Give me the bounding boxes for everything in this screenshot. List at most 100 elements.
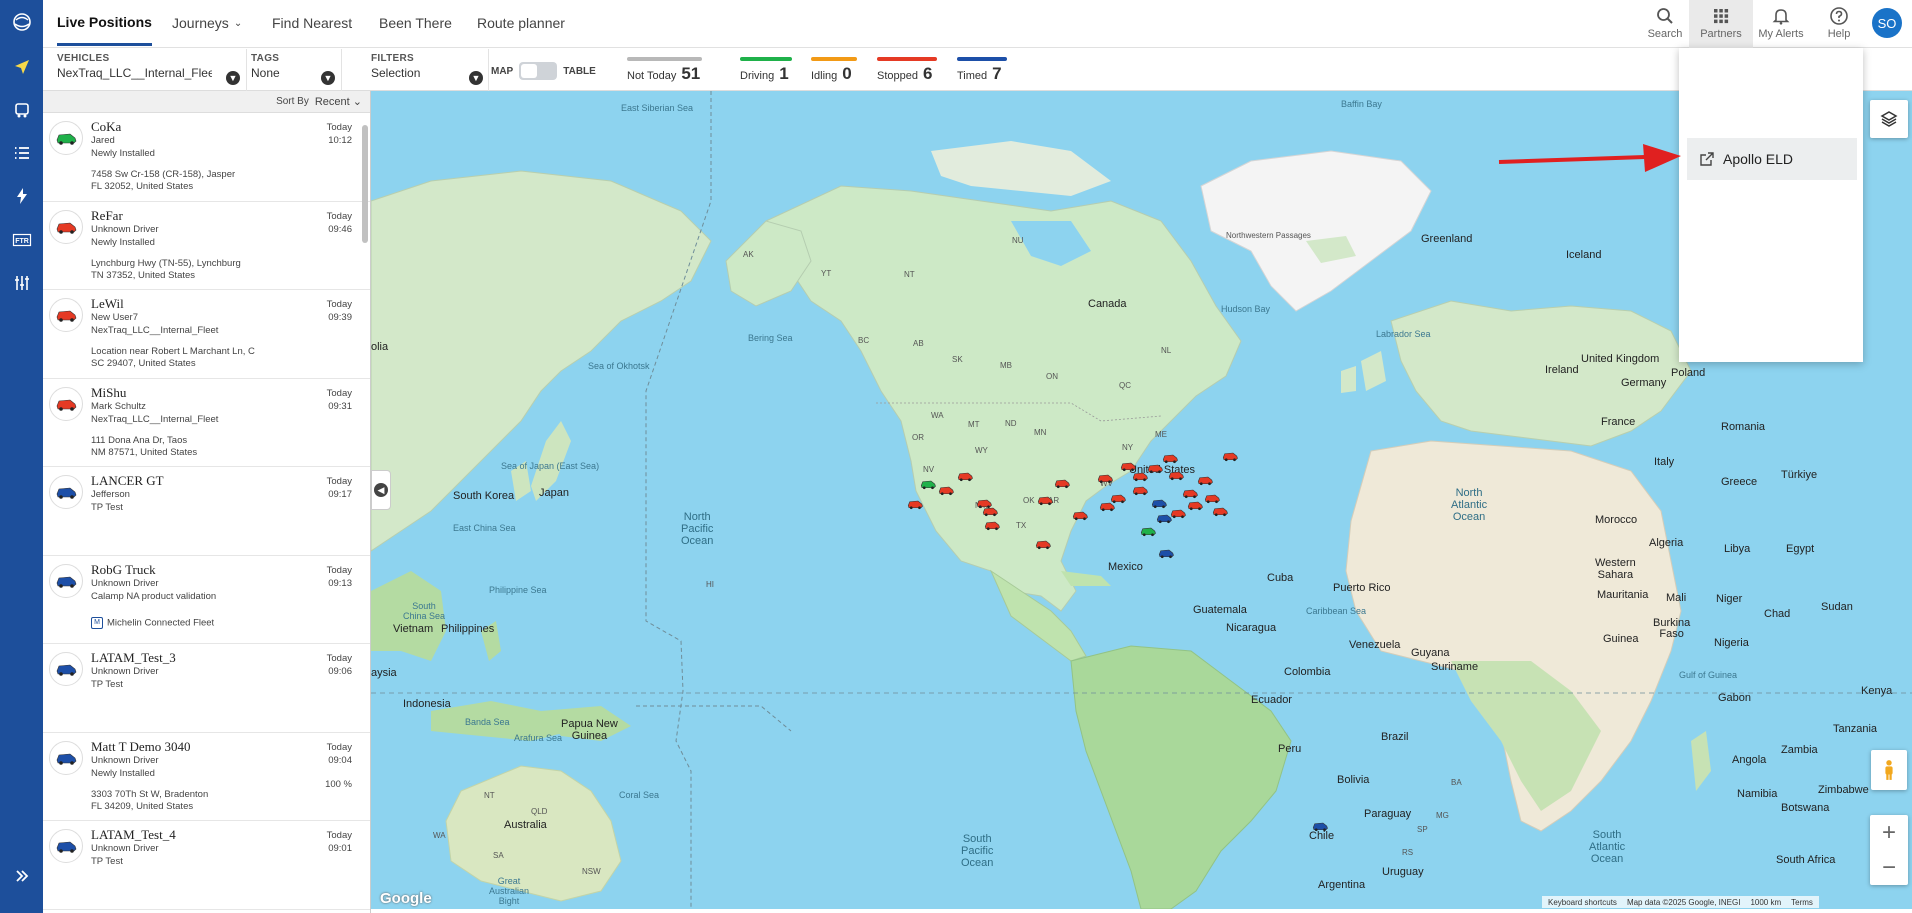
map-label: HI <box>706 580 714 589</box>
vehicle-name: ReFar <box>91 207 123 223</box>
list-icon[interactable] <box>0 135 43 171</box>
stat-timed[interactable]: Timed 7 <box>957 57 1017 87</box>
list-scrollbar[interactable] <box>361 117 369 913</box>
stat-idling[interactable]: Idling 0 <box>811 57 863 87</box>
layers-icon <box>1880 111 1898 127</box>
collapse-panel-button[interactable]: ◀ <box>371 470 391 510</box>
tab-live-positions[interactable]: Live Positions <box>57 0 152 46</box>
tab-label: Been There <box>379 15 452 31</box>
vehicle-row[interactable]: RobG Truck Unknown Driver Calamp NA produc… <box>43 556 370 644</box>
street-view-button[interactable] <box>1871 750 1907 790</box>
my-alerts-button[interactable]: My Alerts <box>1749 0 1813 48</box>
stat-driving[interactable]: Driving 1 <box>740 57 795 87</box>
bolt-icon[interactable] <box>0 178 43 214</box>
tab-find-nearest[interactable]: Find Nearest <box>272 0 352 46</box>
toggle-switch[interactable] <box>519 62 558 80</box>
help-button[interactable]: Help <box>1807 0 1871 48</box>
chevron-left-icon: ◀ <box>374 483 388 497</box>
ftr-icon[interactable]: FTR <box>0 222 43 258</box>
avatar[interactable]: SO <box>1872 8 1902 38</box>
vehicle-marker[interactable] <box>1157 546 1175 559</box>
tab-route-planner[interactable]: Route planner <box>477 0 565 46</box>
logo-icon[interactable] <box>0 4 43 40</box>
vehicle-marker[interactable] <box>937 483 955 496</box>
stat-stopped[interactable]: Stopped 6 <box>877 57 953 87</box>
vehicle-row[interactable]: LANCER GT Jefferson TP Test Today 09:17 <box>43 467 370 556</box>
vehicle-marker[interactable] <box>981 504 999 517</box>
stat-not-today[interactable]: Not Today 51 <box>627 57 707 87</box>
vehicle-row[interactable]: CoKa Jared Newly Installed 7458 Sw Cr-158 (… <box>43 113 370 202</box>
vehicle-marker[interactable] <box>1203 491 1221 504</box>
tags-filter[interactable]: TAGS None ▼ <box>251 53 335 89</box>
vehicle-marker[interactable] <box>956 469 974 482</box>
vehicle-row[interactable]: MiShu Mark Schultz NexTraq_LLC__Internal_F… <box>43 379 370 467</box>
keyboard-shortcuts-link[interactable]: Keyboard shortcuts <box>1548 898 1617 907</box>
vehicles-icon[interactable] <box>0 92 43 128</box>
vehicle-marker[interactable] <box>1071 508 1089 521</box>
filters-filter[interactable]: FILTERS Selection ▼ <box>371 53 483 89</box>
vehicle-icon <box>49 298 83 332</box>
tab-journeys[interactable]: Journeys ⌄ <box>172 0 242 46</box>
vehicle-marker[interactable] <box>1139 524 1157 537</box>
layers-button[interactable] <box>1870 100 1908 138</box>
vehicle-marker[interactable] <box>1161 451 1179 464</box>
vehicle-row[interactable]: ReFar Unknown Driver Newly Installed Lynchb… <box>43 202 370 290</box>
vehicle-marker[interactable] <box>1053 476 1071 489</box>
map-label: Nigeria <box>1714 637 1749 649</box>
vehicle-marker[interactable] <box>1155 511 1173 524</box>
vehicle-marker[interactable] <box>1221 449 1239 462</box>
map-label: Brazil <box>1381 731 1409 743</box>
pegman-icon <box>1885 760 1893 780</box>
map-label: Paraguay <box>1364 808 1412 820</box>
vehicle-marker[interactable] <box>1150 496 1168 509</box>
vehicle-marker[interactable] <box>1036 493 1054 506</box>
map-label: Egypt <box>1786 543 1815 555</box>
vehicle-marker[interactable] <box>1186 498 1204 511</box>
vehicle-marker[interactable] <box>1098 499 1116 512</box>
zoom-in-button[interactable]: + <box>1870 815 1908 850</box>
sliders-icon[interactable] <box>0 265 43 301</box>
sort-select[interactable]: Recent ⌄ <box>315 95 362 108</box>
scrollbar-thumb[interactable] <box>362 125 368 243</box>
vehicle-row[interactable]: Matt T Demo 3040 Unknown Driver Newly Inst… <box>43 733 370 821</box>
vehicle-row[interactable]: LeWil New User7 NexTraq_LLC__Internal_Flee… <box>43 290 370 379</box>
vehicle-driver: Unknown Driver <box>91 223 159 235</box>
map-label: Angola <box>1732 754 1767 766</box>
table-label: TABLE <box>563 65 596 77</box>
scale-label[interactable]: 1000 km <box>1750 898 1781 907</box>
vehicle-row[interactable]: LATAM_Test_4 Unknown Driver TP Test Today 09… <box>43 821 370 910</box>
stat-count: 0 <box>842 64 852 83</box>
sort-value: Recent <box>314 96 350 108</box>
vehicle-time: 09:06 <box>328 666 352 677</box>
vehicle-timestamp: Today 09:01 <box>327 829 352 855</box>
vehicle-marker[interactable] <box>1034 537 1052 550</box>
vehicle-row[interactable]: LATAM_Test_3 Unknown Driver TP Test Today 09… <box>43 644 370 733</box>
vehicle-marker[interactable] <box>1096 471 1114 484</box>
zoom-out-button[interactable]: − <box>1870 850 1908 885</box>
vehicle-marker[interactable] <box>1131 483 1149 496</box>
vehicle-marker[interactable] <box>1211 504 1229 517</box>
map-label: Australia <box>504 819 547 831</box>
vehicle-marker[interactable] <box>1167 468 1185 481</box>
vehicle-marker[interactable] <box>1181 486 1199 499</box>
navigation-icon[interactable] <box>0 49 43 85</box>
vehicle-icon <box>49 475 83 509</box>
map-table-toggle[interactable]: MAP TABLE <box>491 62 596 80</box>
terms-link[interactable]: Terms <box>1791 898 1813 907</box>
grid-icon <box>1714 9 1729 24</box>
stat-count: 51 <box>681 64 701 83</box>
vehicle-marker[interactable] <box>1311 819 1329 832</box>
partners-button[interactable]: Partners <box>1689 0 1753 48</box>
apollo-eld-menu-item[interactable]: Apollo ELD <box>1687 138 1857 180</box>
vehicle-marker[interactable] <box>919 477 937 490</box>
search-button[interactable]: Search <box>1633 0 1697 48</box>
vehicle-marker[interactable] <box>906 497 924 510</box>
expand-icon[interactable] <box>0 858 43 894</box>
vehicle-address-line1: 7458 Sw Cr-158 (CR-158), Jasper <box>91 169 236 180</box>
map-attribution: Map data ©2025 Google, INEGI <box>1626 897 1741 907</box>
vehicle-marker[interactable] <box>983 518 1001 531</box>
vehicles-filter[interactable]: VEHICLES NexTraq_LLC__Internal_Fleet ▼ <box>57 53 240 89</box>
vehicle-marker[interactable] <box>1196 473 1214 486</box>
tab-been-there[interactable]: Been There <box>379 0 452 46</box>
stat-count: 7 <box>992 64 1002 83</box>
